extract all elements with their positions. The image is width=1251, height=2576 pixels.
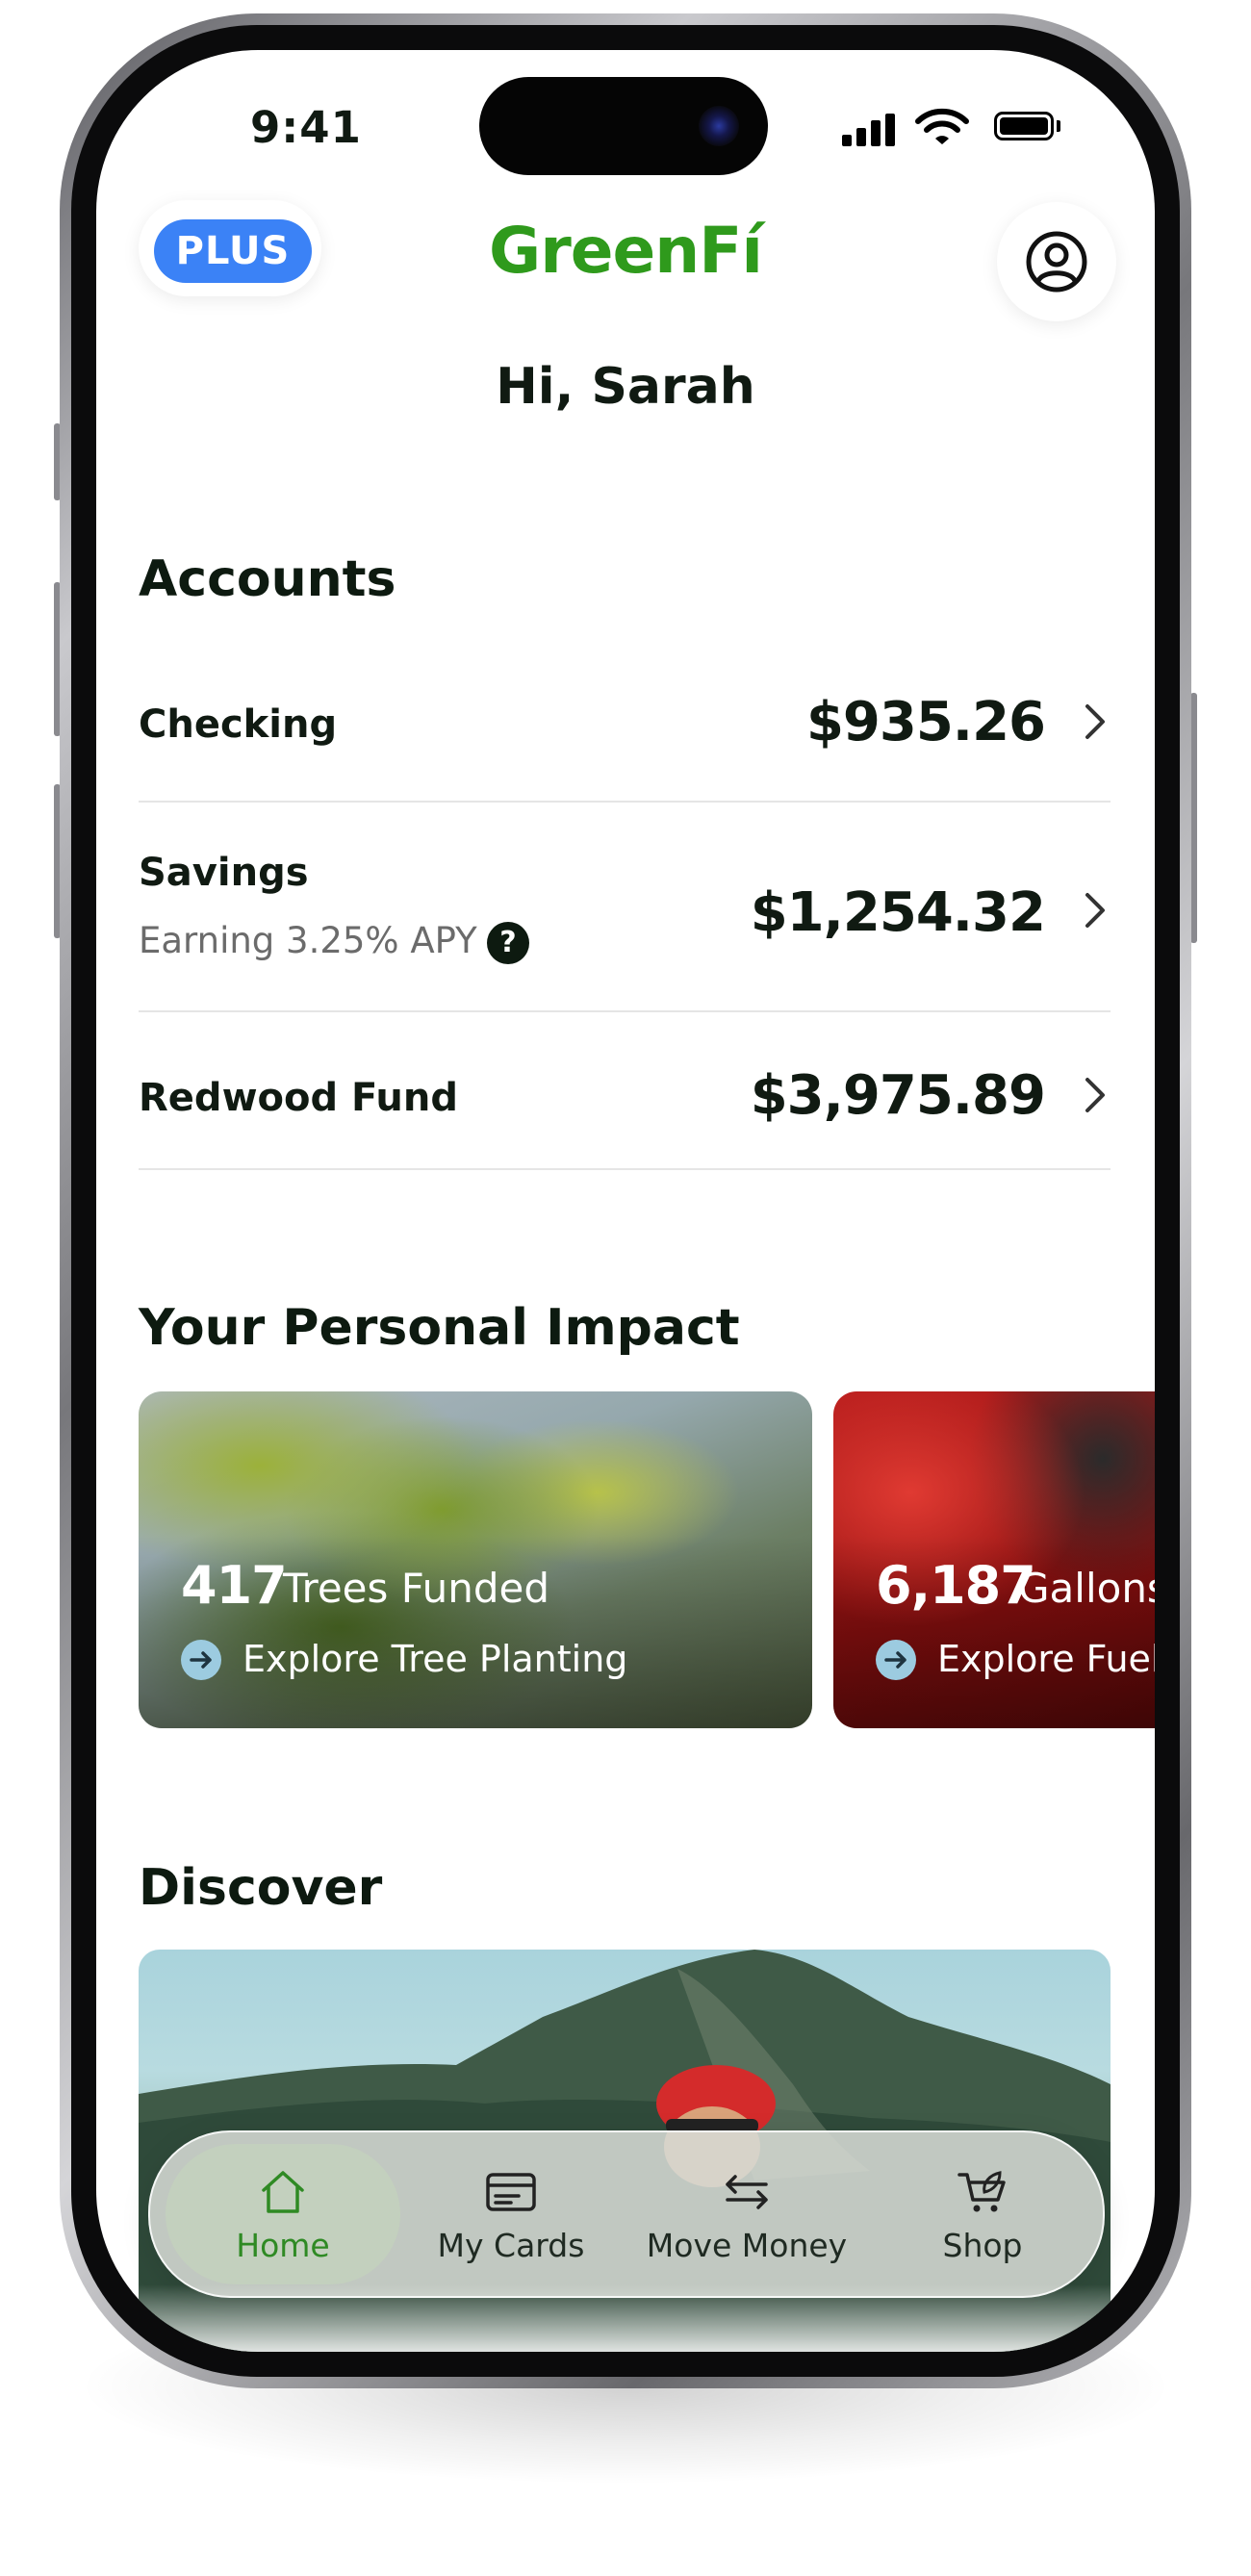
tab-label: Home [236, 2227, 330, 2264]
impact-link[interactable]: Explore Tree Planting [243, 1638, 627, 1680]
tab-move-money[interactable]: Move Money [622, 2132, 872, 2296]
home-icon [262, 2171, 304, 2213]
app-screen: 9:41 PLUS GreenFí Hi, Sarah Accounts Che [96, 50, 1155, 2352]
arrow-right-circle-icon [876, 1640, 916, 1680]
dynamic-island [479, 77, 768, 175]
account-amount: $935.26 [805, 691, 1046, 753]
transfer-icon [726, 2175, 768, 2209]
tab-shop[interactable]: Shop [872, 2132, 1093, 2296]
tab-label: Shop [942, 2227, 1023, 2264]
user-circle-icon [1026, 231, 1087, 293]
divider [139, 801, 1111, 803]
chevron-right-icon [1085, 704, 1105, 739]
tab-label: Move Money [646, 2227, 848, 2264]
impact-number: 6,187 [876, 1555, 1036, 1616]
account-name: Checking [139, 702, 338, 747]
account-name: Savings [139, 851, 309, 895]
profile-button[interactable] [997, 202, 1116, 321]
account-row-savings[interactable]: Savings Earning 3.25% APY ? $1,254.32 [139, 839, 1111, 983]
impact-label: Trees Funded [283, 1565, 549, 1612]
arrow-right-circle-icon [181, 1640, 221, 1680]
greeting: Hi, Sarah [496, 358, 755, 416]
camera-icon [699, 106, 739, 146]
account-apy: Earning 3.25% APY [139, 920, 477, 961]
chevron-right-icon [1085, 893, 1105, 928]
battery-icon [994, 112, 1054, 140]
help-icon[interactable]: ? [487, 922, 529, 964]
tab-my-cards[interactable]: My Cards [400, 2132, 622, 2296]
account-name: Redwood Fund [139, 1076, 458, 1120]
impact-number: 417 [181, 1555, 288, 1616]
status-time: 9:41 [250, 102, 362, 153]
tab-home[interactable]: Home [166, 2132, 400, 2296]
divider [139, 1168, 1111, 1170]
tab-label: My Cards [437, 2227, 585, 2264]
app-logo: GreenFí [489, 214, 763, 288]
bottom-tab-bar: Home My Cards Move Money Shop [148, 2130, 1105, 2298]
account-amount: $3,975.89 [750, 1064, 1046, 1127]
impact-card-trees[interactable]: 417 Trees Funded Explore Tree Planting [139, 1391, 812, 1728]
wifi-icon [915, 108, 969, 144]
impact-title: Your Personal Impact [139, 1299, 740, 1357]
discover-title: Discover [139, 1859, 383, 1917]
impact-label: Gallons [1018, 1565, 1155, 1612]
card-icon [486, 2173, 536, 2211]
bottom-fade [96, 2284, 1155, 2352]
account-row-checking[interactable]: Checking $935.26 [139, 685, 1111, 772]
divider [139, 1010, 1111, 1012]
chevron-right-icon [1085, 1078, 1105, 1112]
impact-link[interactable]: Explore Fuel [937, 1638, 1155, 1680]
impact-card-fuel[interactable]: 6,187 Gallons Explore Fuel [833, 1391, 1155, 1728]
shopping-cart-icon [957, 2171, 1006, 2212]
status-icons [842, 108, 1060, 146]
account-row-redwood-fund[interactable]: Redwood Fund $3,975.89 [139, 1060, 1111, 1147]
power-button [1190, 693, 1197, 943]
account-amount: $1,254.32 [750, 881, 1046, 944]
accounts-title: Accounts [139, 550, 396, 608]
